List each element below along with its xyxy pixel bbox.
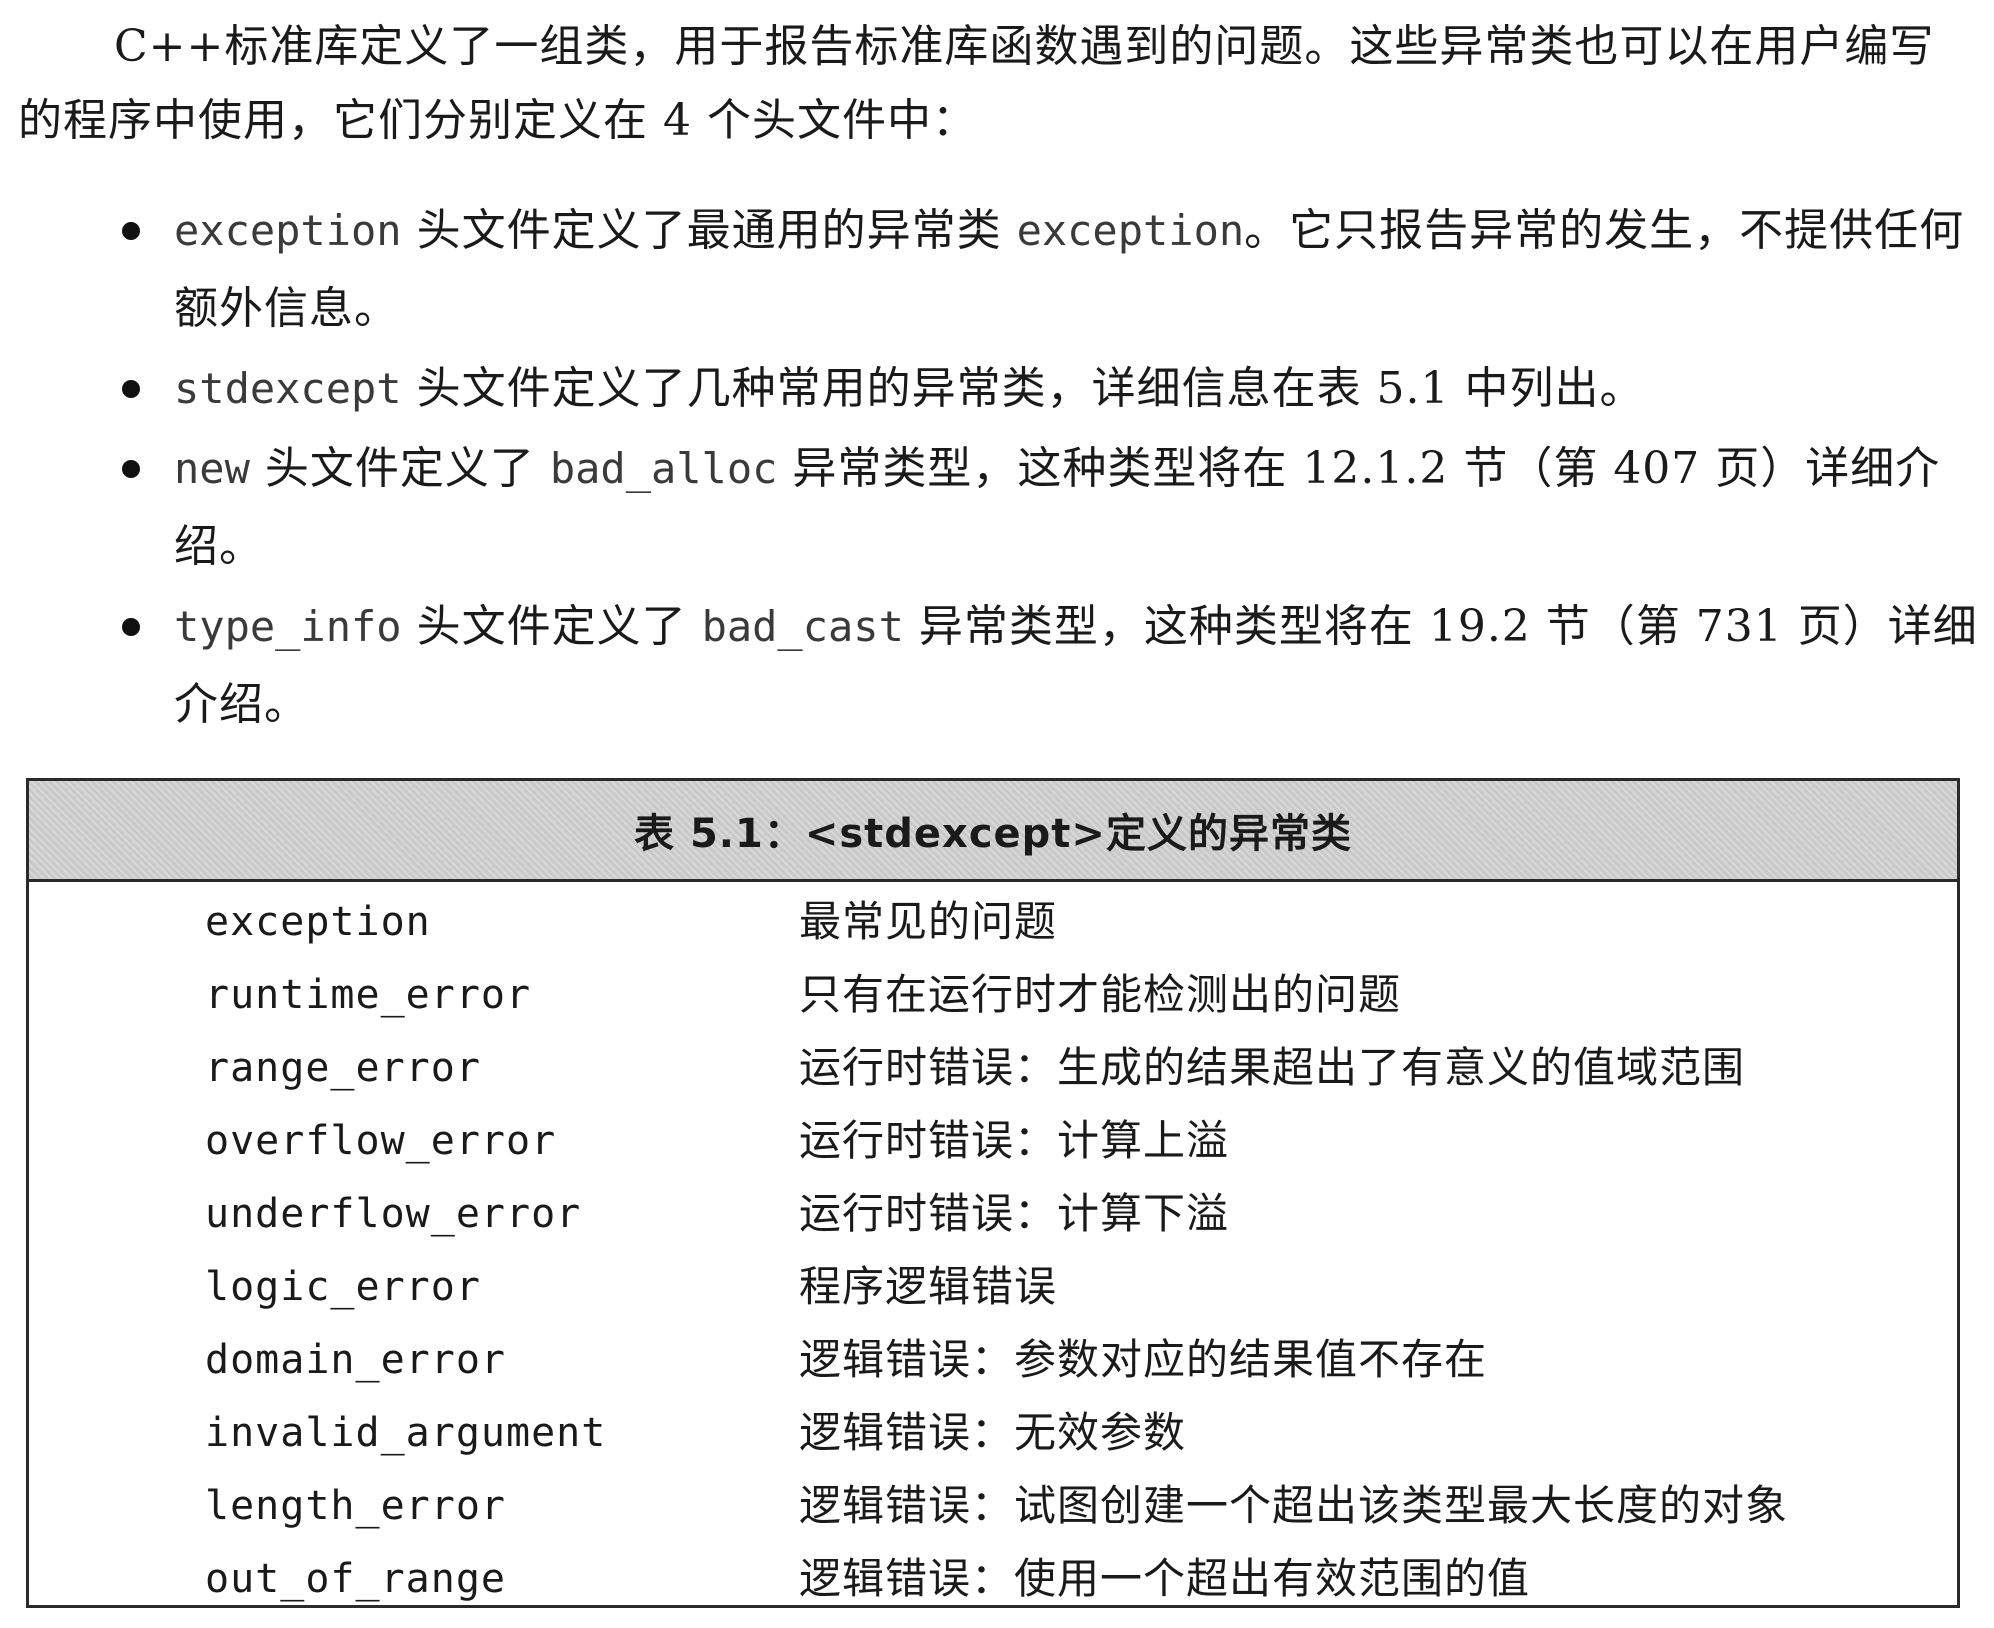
table-row: logic_error 程序逻辑错误 [29,1253,1957,1326]
list-item-text: 头文件定义了 [401,601,702,652]
table-row: exception 最常见的问题 [29,888,1957,961]
exception-class-name: out_of_range [205,1556,506,1602]
header-name: new [174,444,250,493]
table-row: domain_error 逻辑错误：参数对应的结果值不存在 [29,1326,1957,1399]
table-caption: 表 5.1：<stdexcept>定义的异常类 [29,781,1957,882]
bullet-icon [122,222,140,240]
table-row: runtime_error 只有在运行时才能检测出的问题 [29,961,1957,1034]
class-name: exception [1016,206,1245,255]
table-row: overflow_error 运行时错误：计算上溢 [29,1107,1957,1180]
exception-class-name: range_error [205,1045,481,1091]
exception-description: 运行时错误：计算下溢 [799,1189,1230,1238]
exception-description: 逻辑错误：无效参数 [799,1408,1187,1457]
class-name: bad_cast [701,602,904,651]
exception-description: 只有在运行时才能检测出的问题 [799,970,1402,1019]
list-item-text: 头文件定义了几种常用的异常类，详细信息在表 5.1 中列出。 [401,363,1645,414]
book-page: C++标准库定义了一组类，用于报告标准库函数遇到的问题。这些异常类也可以在用户编… [0,0,1994,1628]
table-row: invalid_argument 逻辑错误：无效参数 [29,1399,1957,1472]
header-name: exception [174,206,402,255]
header-file-list: exception 头文件定义了最通用的异常类 exception。它只报告异常… [110,192,1980,746]
bullet-icon [122,380,140,398]
exception-class-name: invalid_argument [205,1410,607,1456]
intro-paragraph: C++标准库定义了一组类，用于报告标准库函数遇到的问题。这些异常类也可以在用户编… [18,21,1935,146]
table-row: range_error 运行时错误：生成的结果超出了有意义的值域范围 [29,1034,1957,1107]
exception-description: 逻辑错误：参数对应的结果值不存在 [799,1335,1488,1384]
list-item: type_info 头文件定义了 bad_cast 异常类型，这种类型将在 19… [110,588,1980,744]
table-row: length_error 逻辑错误：试图创建一个超出该类型最大长度的对象 [29,1472,1957,1545]
exception-description: 逻辑错误：试图创建一个超出该类型最大长度的对象 [799,1481,1789,1530]
exception-class-name: length_error [205,1483,506,1529]
exception-description: 最常见的问题 [799,897,1058,946]
exception-class-name: logic_error [205,1264,481,1310]
header-name: stdexcept [174,364,402,413]
list-item: exception 头文件定义了最通用的异常类 exception。它只报告异常… [110,192,1980,348]
exception-description: 运行时错误：生成的结果超出了有意义的值域范围 [799,1043,1746,1092]
header-name: type_info [174,602,402,651]
exception-description: 运行时错误：计算上溢 [799,1116,1230,1165]
bullet-icon [122,618,140,636]
exception-description: 逻辑错误：使用一个超出有效范围的值 [799,1554,1531,1603]
bullet-icon [122,460,140,478]
list-item-text: 头文件定义了 [249,443,550,494]
table-row: out_of_range 逻辑错误：使用一个超出有效范围的值 [29,1545,1957,1618]
table-row: underflow_error 运行时错误：计算下溢 [29,1180,1957,1253]
table-body: exception 最常见的问题 runtime_error 只有在运行时才能检… [29,882,1957,1618]
exception-class-name: runtime_error [205,972,532,1018]
exception-class-name: overflow_error [205,1118,557,1164]
exception-description: 程序逻辑错误 [799,1262,1058,1311]
exception-class-name: exception [205,899,431,945]
list-item: new 头文件定义了 bad_alloc 异常类型，这种类型将在 12.1.2 … [110,430,1980,586]
exception-table: 表 5.1：<stdexcept>定义的异常类 exception 最常见的问题… [26,778,1960,1608]
exception-class-name: underflow_error [205,1191,582,1237]
list-item: stdexcept 头文件定义了几种常用的异常类，详细信息在表 5.1 中列出。 [110,350,1980,428]
class-name: bad_alloc [549,444,778,493]
list-item-text: 头文件定义了最通用的异常类 [401,205,1017,256]
exception-class-name: domain_error [205,1337,506,1383]
